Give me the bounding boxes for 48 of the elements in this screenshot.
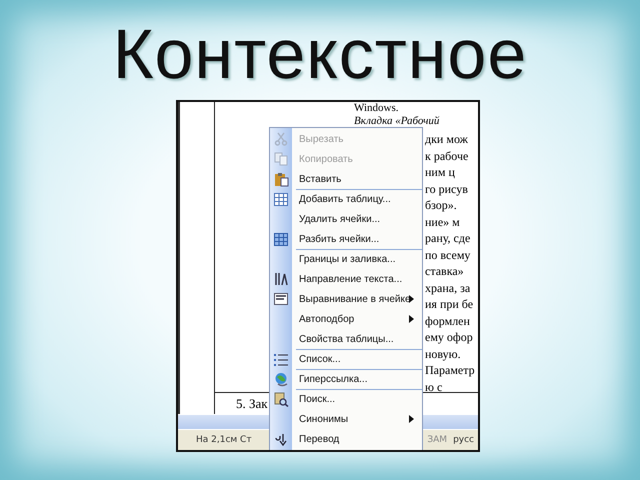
copy-icon — [274, 152, 288, 166]
document-text: ним ц — [425, 164, 455, 180]
menu-item[interactable]: Направление текста... — [270, 269, 422, 289]
menu-item[interactable]: Синонимы — [270, 409, 422, 429]
document-text: бзор». — [425, 197, 457, 214]
menu-item[interactable]: Выравнивание в ячейке — [270, 289, 422, 309]
document-text: по всему — [425, 246, 470, 263]
document-text: ия при бе — [425, 296, 474, 312]
slide-title: Контекстное — [112, 14, 528, 94]
scissors-icon — [274, 132, 288, 146]
menu-item[interactable]: Удалить ячейки... — [270, 209, 422, 229]
menu-item[interactable]: Вставить — [270, 169, 422, 189]
menu-item[interactable]: Гиперссылка... — [296, 369, 422, 389]
document-text: ние» м — [425, 214, 460, 230]
text-direction-icon — [274, 272, 288, 286]
list-icon — [274, 353, 288, 366]
document-text: ставка» — [425, 263, 464, 280]
document-text: ему офор — [425, 329, 473, 346]
align-icon — [274, 293, 288, 305]
document-text: рану, сде — [425, 230, 470, 246]
status-language: русс — [453, 435, 475, 445]
menu-item[interactable]: Добавить таблицу... — [296, 189, 422, 209]
document-text: Вкладка «Рабочий — [354, 114, 440, 127]
document-text: формлен — [425, 312, 470, 329]
search-icon — [274, 392, 288, 407]
menu-item[interactable]: Автоподбор — [270, 309, 422, 329]
menu-item[interactable]: Перевод — [270, 429, 422, 449]
document-text: дки мож — [425, 131, 468, 148]
document-text: ю с — [425, 378, 442, 395]
menu-item[interactable]: Поиск... — [296, 389, 422, 409]
document-text: к рабоче — [425, 148, 468, 164]
menu-item[interactable]: Границы и заливка... — [296, 249, 422, 269]
globe-icon — [274, 372, 288, 387]
table-icon — [274, 193, 288, 206]
document-text: храна, за — [425, 280, 470, 296]
table-icon — [274, 232, 288, 246]
menu-item[interactable]: Разбить ячейки... — [270, 229, 422, 249]
table-cell: 5. Зак — [236, 396, 268, 412]
translate-icon — [274, 432, 288, 446]
status-position: На 2,1см Ст — [196, 435, 252, 445]
document-text: го рисув — [425, 180, 468, 197]
document-text: новую. — [425, 346, 461, 362]
document-text: Параметр — [425, 362, 475, 378]
menu-item[interactable]: Список... — [296, 349, 422, 369]
menu-item[interactable]: Свойства таблицы... — [270, 329, 422, 349]
document-text: Windows. — [354, 102, 398, 114]
status-mode: ЗАМ — [427, 435, 448, 445]
clipboard-icon — [274, 172, 288, 186]
